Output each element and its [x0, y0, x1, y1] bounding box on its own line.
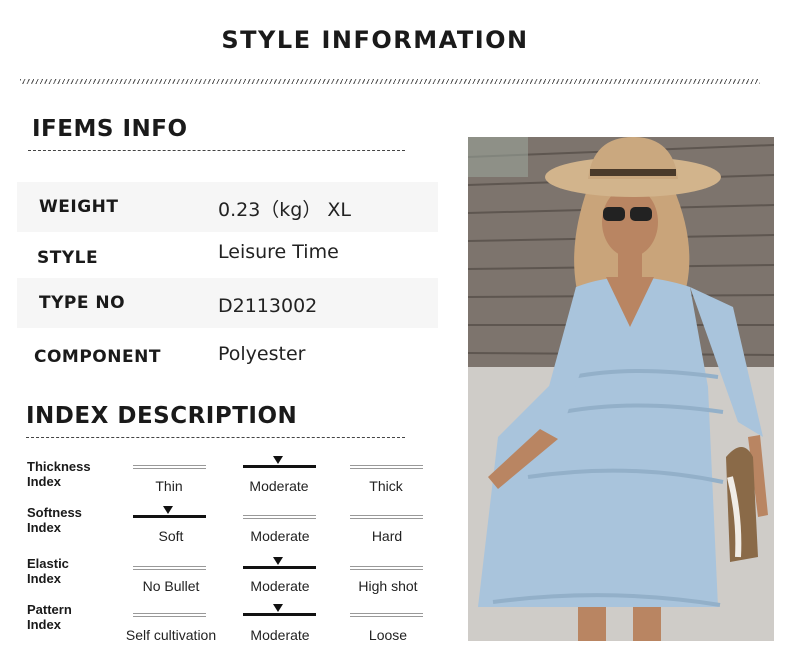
- info-label: WEIGHT: [39, 197, 119, 217]
- product-photo: [468, 137, 774, 641]
- items-info-heading: IFEMS INFO: [32, 116, 188, 142]
- selected-marker-icon: [273, 456, 283, 464]
- option-label: Self cultivation: [125, 627, 217, 643]
- scale-bar-active: [133, 515, 206, 518]
- info-value: Leisure Time: [218, 241, 339, 263]
- items-info-divider: [28, 150, 405, 151]
- scale-bar-active: [243, 613, 316, 616]
- option-label: Thin: [155, 478, 183, 494]
- info-label: COMPONENT: [34, 347, 161, 367]
- option-label: No Bullet: [142, 578, 200, 594]
- option-label: High shot: [358, 578, 418, 594]
- scale-bar: [350, 515, 423, 519]
- index-label-thickness: Thickness Index: [27, 459, 117, 489]
- scale-bar-active: [243, 465, 316, 468]
- index-label-line: Index: [27, 474, 61, 489]
- info-row-style: STYLE Leisure Time: [17, 232, 438, 282]
- scale-bar: [133, 613, 206, 617]
- option-label: Moderate: [249, 478, 309, 494]
- index-label-line: Pattern: [27, 602, 72, 617]
- option-label: Thick: [369, 478, 403, 494]
- scale-bar: [133, 566, 206, 570]
- index-description-divider: [26, 437, 405, 438]
- option-label: Moderate: [250, 627, 310, 643]
- info-value: Polyester: [218, 343, 306, 365]
- index-label-line: Thickness: [27, 459, 91, 474]
- scale-bar-active: [243, 566, 316, 569]
- scale-bar: [350, 613, 423, 617]
- scale-bar: [133, 465, 206, 469]
- index-label-line: Index: [27, 617, 61, 632]
- option-label: Soft: [158, 528, 184, 544]
- index-label-line: Index: [27, 520, 61, 535]
- scale-bar: [350, 566, 423, 570]
- index-label-pattern: Pattern Index: [27, 602, 117, 632]
- info-row-type-no: TYPE NO D2113002: [17, 278, 438, 328]
- info-value: 0.23（kg） XL: [218, 199, 352, 221]
- index-label-elastic: Elastic Index: [27, 556, 117, 586]
- scale-bar: [243, 515, 316, 519]
- scale-bar: [350, 465, 423, 469]
- option-label: Moderate: [250, 528, 310, 544]
- info-value: D2113002: [218, 295, 318, 317]
- option-label: Hard: [371, 528, 403, 544]
- option-label: Loose: [368, 627, 408, 643]
- index-label-line: Elastic: [27, 556, 69, 571]
- info-label: TYPE NO: [39, 293, 126, 313]
- index-description-heading: INDEX DESCRIPTION: [26, 403, 298, 429]
- index-label-softness: Softness Index: [27, 505, 117, 535]
- selected-marker-icon: [163, 506, 173, 514]
- info-row-weight: WEIGHT 0.23（kg） XL: [17, 182, 438, 232]
- info-label: STYLE: [37, 248, 99, 268]
- selected-marker-icon: [273, 604, 283, 612]
- info-row-component: COMPONENT Polyester: [17, 330, 438, 380]
- hatched-divider: [20, 79, 760, 84]
- index-label-line: Index: [27, 571, 61, 586]
- selected-marker-icon: [273, 557, 283, 565]
- index-label-line: Softness: [27, 505, 82, 520]
- option-label: Moderate: [250, 578, 310, 594]
- page-title: STYLE INFORMATION: [221, 26, 529, 54]
